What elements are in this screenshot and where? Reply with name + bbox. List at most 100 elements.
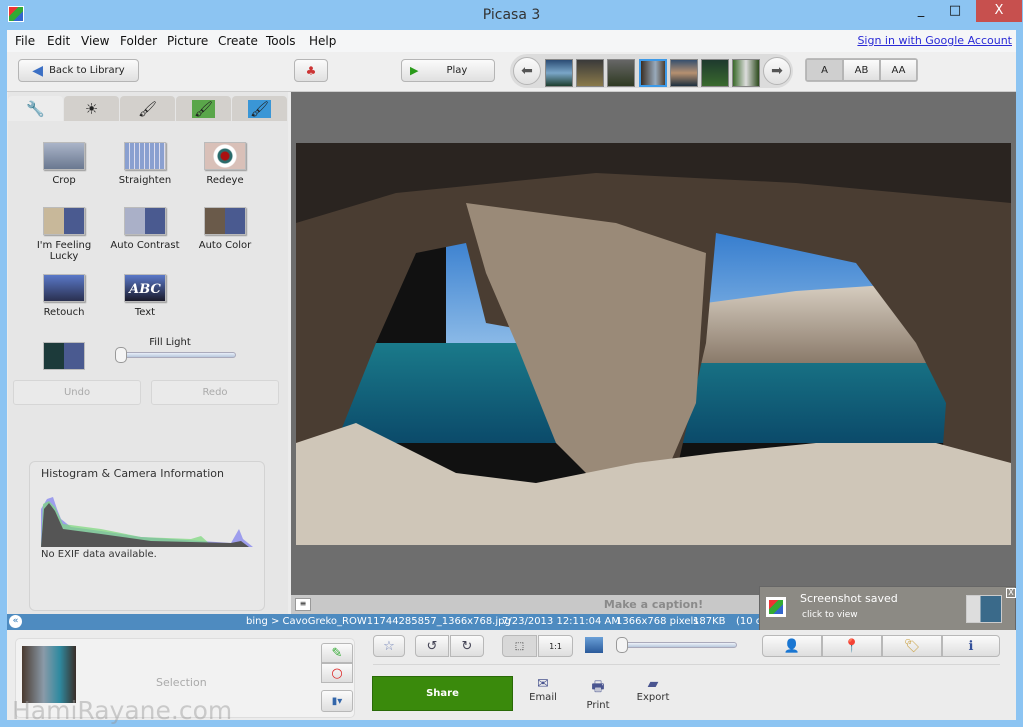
redeye-icon xyxy=(204,142,246,170)
fit-button[interactable]: ⬚ xyxy=(502,635,537,657)
histogram-chart xyxy=(41,497,253,547)
filmstrip-thumb[interactable] xyxy=(701,59,729,87)
circle-icon: ○ xyxy=(331,665,343,681)
menu-view[interactable]: View xyxy=(81,34,109,48)
menu-picture[interactable]: Picture xyxy=(167,34,208,48)
histogram-panel: Histogram & Camera Information No EXIF d… xyxy=(29,461,265,611)
filmstrip-thumb[interactable] xyxy=(732,59,760,87)
filmstrip-thumb[interactable] xyxy=(670,59,698,87)
actual-size-icon: 1:1 xyxy=(549,641,562,651)
retouch-label: Retouch xyxy=(43,307,85,318)
tag-icon: 🏷 xyxy=(903,638,921,654)
straighten-icon xyxy=(124,142,166,170)
export-button[interactable]: ▰ Export xyxy=(633,676,673,703)
collage-button[interactable]: ♣ xyxy=(294,59,328,82)
retouch-icon xyxy=(43,274,85,302)
print-button[interactable]: 🖶 Print xyxy=(580,676,616,711)
selection-thumbnail[interactable] xyxy=(22,646,76,703)
auto-contrast-label: Auto Contrast xyxy=(110,240,180,251)
retouch-tool[interactable]: Retouch xyxy=(22,274,106,318)
play-button[interactable]: ▶ Play xyxy=(401,59,495,82)
watermark: HamiRayane.com xyxy=(12,696,233,725)
filmstrip-thumb[interactable] xyxy=(607,59,635,87)
redeye-tool[interactable]: Redeye xyxy=(183,142,267,186)
minimize-button[interactable]: _ xyxy=(906,0,936,22)
hold-button[interactable]: ✎ xyxy=(321,643,353,663)
window-title: Picasa 3 xyxy=(482,7,541,23)
redo-button[interactable]: Redo xyxy=(151,380,279,405)
filmstrip-thumb[interactable] xyxy=(545,59,573,87)
status-date: 7/23/2013 12:11:04 AM xyxy=(502,616,621,627)
auto-contrast-icon xyxy=(124,207,166,235)
crop-icon xyxy=(43,142,85,170)
star-button[interactable]: ☆ xyxy=(373,635,405,657)
person-icon: 👤 xyxy=(783,638,801,654)
filmstrip-thumb[interactable] xyxy=(576,59,604,87)
zoom-slider[interactable] xyxy=(616,637,737,653)
info-button[interactable]: ℹ xyxy=(942,635,1000,657)
photo[interactable] xyxy=(296,143,1011,545)
toast-close-button[interactable]: X xyxy=(1006,588,1016,598)
album-dropdown[interactable]: ▮▾ xyxy=(321,690,353,712)
menu-bar: File Edit View Folder Picture Create Too… xyxy=(7,30,1016,52)
next-photo-button[interactable]: ➡ xyxy=(763,57,791,85)
caption-mode-ab[interactable]: AB xyxy=(843,59,880,81)
zoom-slider-thumb[interactable] xyxy=(616,637,628,653)
tab-effects[interactable]: 🖌 xyxy=(120,96,175,121)
crop-tool[interactable]: Crop xyxy=(22,142,106,186)
undo-button[interactable]: Undo xyxy=(13,380,141,405)
collapse-icon[interactable]: « xyxy=(9,615,22,628)
tab-tuning[interactable]: ☀ xyxy=(64,96,119,121)
clear-button[interactable]: ○ xyxy=(321,663,353,683)
fill-light-slider[interactable] xyxy=(115,347,236,363)
selection-label: Selection xyxy=(156,676,207,689)
feeling-lucky-icon xyxy=(43,207,85,235)
zoom-icon xyxy=(585,637,603,653)
menu-tools[interactable]: Tools xyxy=(266,34,296,48)
places-button[interactable]: 📍 xyxy=(822,635,882,657)
caption-mode-a[interactable]: A xyxy=(806,59,843,81)
pin-icon: ✎ xyxy=(331,645,343,661)
fit-icon: ⬚ xyxy=(514,640,525,652)
previous-photo-button[interactable]: ⬅ xyxy=(513,57,541,85)
actual-size-button[interactable]: 1:1 xyxy=(538,635,573,657)
rotate-right-button[interactable]: ↻ xyxy=(450,635,484,657)
people-button[interactable]: 👤 xyxy=(762,635,822,657)
menu-folder[interactable]: Folder xyxy=(120,34,157,48)
rotate-left-button[interactable]: ↺ xyxy=(415,635,449,657)
menu-create[interactable]: Create xyxy=(218,34,258,48)
auto-contrast-tool[interactable]: Auto Contrast xyxy=(103,207,187,251)
status-size: 187KB xyxy=(693,616,726,627)
feeling-lucky-tool[interactable]: I'm Feeling Lucky xyxy=(22,207,106,262)
fill-light-icon xyxy=(43,342,85,370)
toast-title: Screenshot saved xyxy=(800,592,898,605)
auto-color-tool[interactable]: Auto Color xyxy=(183,207,267,251)
tags-button[interactable]: 🏷 xyxy=(882,635,942,657)
share-button[interactable]: Share xyxy=(372,676,513,711)
fill-light-slider-thumb[interactable] xyxy=(115,347,127,363)
menu-edit[interactable]: Edit xyxy=(47,34,70,48)
info-icon: ℹ xyxy=(968,638,974,654)
menu-help[interactable]: Help xyxy=(309,34,336,48)
menu-file[interactable]: File xyxy=(15,34,35,48)
caption-mode-aa[interactable]: AA xyxy=(880,59,917,81)
histogram-luminance xyxy=(41,503,249,547)
photo-rock-arch xyxy=(296,143,1011,545)
tab-effects-2[interactable]: 🖌 xyxy=(176,96,231,121)
caption-mode-group: A AB AA xyxy=(805,58,918,82)
maximize-button[interactable]: □ xyxy=(940,0,970,22)
tab-effects-3[interactable]: 🖌 xyxy=(232,96,287,121)
screenshot-toast[interactable]: Screenshot saved click to view X xyxy=(759,586,1016,632)
toast-subtitle: click to view xyxy=(802,610,858,620)
tab-basic-fixes[interactable]: 🔧 xyxy=(8,96,63,121)
straighten-tool[interactable]: Straighten xyxy=(103,142,187,186)
crop-label: Crop xyxy=(52,175,76,186)
sign-in-link[interactable]: Sign in with Google Account xyxy=(857,34,1012,47)
close-button[interactable]: X xyxy=(976,0,1022,22)
export-icon: ▰ xyxy=(647,676,659,692)
filmstrip-thumb-selected[interactable] xyxy=(639,59,667,87)
edit-panel: 🔧 ☀ 🖌 🖌 🖌 Crop Straighten Redeye I'm Fee… xyxy=(8,92,288,615)
text-tool[interactable]: ABC Text xyxy=(103,274,187,318)
back-to-library-button[interactable]: ◀ Back to Library xyxy=(18,59,139,82)
email-button[interactable]: ✉ Email xyxy=(525,676,561,703)
